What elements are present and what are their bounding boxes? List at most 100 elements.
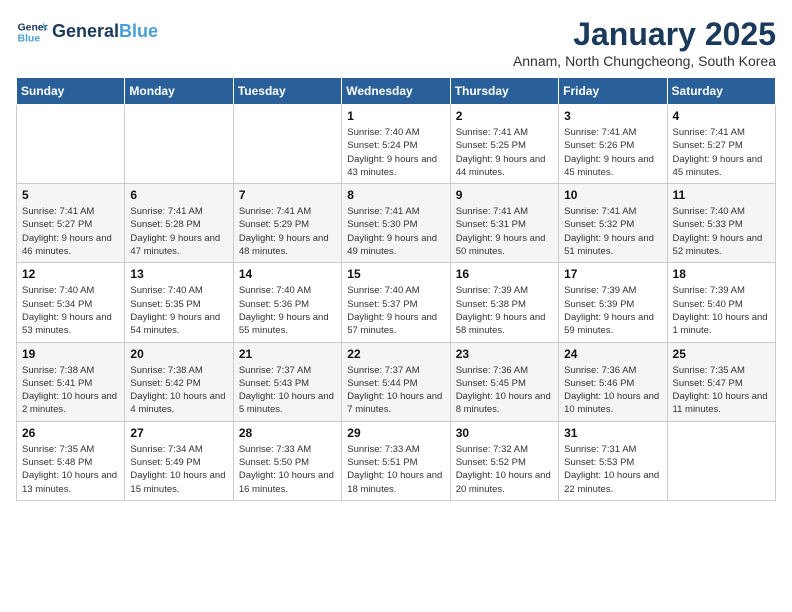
day-info: Sunrise: 7:33 AM Sunset: 5:50 PM Dayligh…	[239, 443, 336, 496]
calendar-day-16: 16Sunrise: 7:39 AM Sunset: 5:38 PM Dayli…	[450, 263, 558, 342]
day-info: Sunrise: 7:35 AM Sunset: 5:47 PM Dayligh…	[673, 364, 770, 417]
day-number: 28	[239, 426, 336, 440]
calendar-day-20: 20Sunrise: 7:38 AM Sunset: 5:42 PM Dayli…	[125, 342, 233, 421]
weekday-header-friday: Friday	[559, 78, 667, 105]
day-info: Sunrise: 7:37 AM Sunset: 5:44 PM Dayligh…	[347, 364, 444, 417]
weekday-header-sunday: Sunday	[17, 78, 125, 105]
day-number: 18	[673, 267, 770, 281]
calendar-day-9: 9Sunrise: 7:41 AM Sunset: 5:31 PM Daylig…	[450, 184, 558, 263]
day-number: 11	[673, 188, 770, 202]
day-info: Sunrise: 7:40 AM Sunset: 5:37 PM Dayligh…	[347, 284, 444, 337]
day-number: 24	[564, 347, 661, 361]
day-info: Sunrise: 7:33 AM Sunset: 5:51 PM Dayligh…	[347, 443, 444, 496]
calendar-day-24: 24 Sunrise: 7:36 AM Sunset: 5:46 PM Dayli…	[559, 342, 667, 421]
day-number: 16	[456, 267, 553, 281]
day-info: Sunrise: 7:38 AM Sunset: 5:41 PM Dayligh…	[22, 364, 119, 417]
day-number: 25	[673, 347, 770, 361]
day-info: Sunrise: 7:40 AM Sunset: 5:35 PM Dayligh…	[130, 284, 227, 337]
logo-icon: General Blue	[16, 16, 48, 48]
calendar-day-7: 7 Sunrise: 7:41 AM Sunset: 5:29 PM Daylig…	[233, 184, 341, 263]
calendar-day-19: 19 Sunrise: 7:38 AM Sunset: 5:41 PM Dayli…	[17, 342, 125, 421]
day-info: Sunrise: 7:38 AM Sunset: 5:42 PM Dayligh…	[130, 364, 227, 417]
page-header: General Blue GeneralBlue January 2025 An…	[16, 16, 776, 69]
calendar-day-6: 6 Sunrise: 7:41 AM Sunset: 5:28 PM Daylig…	[125, 184, 233, 263]
weekday-header-thursday: Thursday	[450, 78, 558, 105]
day-number: 1	[347, 109, 444, 123]
day-info: Sunrise: 7:41 AM Sunset: 5:32 PM Dayligh…	[564, 205, 661, 258]
day-info: Sunrise: 7:36 AM Sunset: 5:46 PM Dayligh…	[564, 364, 661, 417]
day-number: 6	[130, 188, 227, 202]
calendar-empty-cell	[667, 421, 775, 500]
calendar-day-5: 5Sunrise: 7:41 AM Sunset: 5:27 PM Daylig…	[17, 184, 125, 263]
day-number: 10	[564, 188, 661, 202]
day-info: Sunrise: 7:39 AM Sunset: 5:39 PM Dayligh…	[564, 284, 661, 337]
day-info: Sunrise: 7:41 AM Sunset: 5:29 PM Dayligh…	[239, 205, 336, 258]
calendar-week-row: 26 Sunrise: 7:35 AM Sunset: 5:48 PM Dayli…	[17, 421, 776, 500]
calendar-empty-cell	[125, 105, 233, 184]
day-number: 3	[564, 109, 661, 123]
day-number: 4	[673, 109, 770, 123]
day-info: Sunrise: 7:34 AM Sunset: 5:49 PM Dayligh…	[130, 443, 227, 496]
day-info: Sunrise: 7:40 AM Sunset: 5:34 PM Dayligh…	[22, 284, 119, 337]
day-number: 19	[22, 347, 119, 361]
day-info: Sunrise: 7:40 AM Sunset: 5:33 PM Dayligh…	[673, 205, 770, 258]
day-number: 26	[22, 426, 119, 440]
calendar-week-row: 12 Sunrise: 7:40 AM Sunset: 5:34 PM Dayli…	[17, 263, 776, 342]
calendar-day-11: 11 Sunrise: 7:40 AM Sunset: 5:33 PM Dayli…	[667, 184, 775, 263]
calendar-day-30: 30 Sunrise: 7:32 AM Sunset: 5:52 PM Dayli…	[450, 421, 558, 500]
calendar-empty-cell	[17, 105, 125, 184]
day-number: 27	[130, 426, 227, 440]
calendar-day-1: 1 Sunrise: 7:40 AM Sunset: 5:24 PM Daylig…	[342, 105, 450, 184]
day-info: Sunrise: 7:37 AM Sunset: 5:43 PM Dayligh…	[239, 364, 336, 417]
title-block: January 2025 Annam, North Chungcheong, S…	[513, 16, 776, 69]
calendar-day-15: 15 Sunrise: 7:40 AM Sunset: 5:37 PM Dayli…	[342, 263, 450, 342]
calendar-day-25: 25 Sunrise: 7:35 AM Sunset: 5:47 PM Dayli…	[667, 342, 775, 421]
calendar-empty-cell	[233, 105, 341, 184]
calendar-week-row: 1 Sunrise: 7:40 AM Sunset: 5:24 PM Daylig…	[17, 105, 776, 184]
calendar-day-3: 3Sunrise: 7:41 AM Sunset: 5:26 PM Daylig…	[559, 105, 667, 184]
day-number: 17	[564, 267, 661, 281]
day-number: 9	[456, 188, 553, 202]
day-info: Sunrise: 7:41 AM Sunset: 5:28 PM Dayligh…	[130, 205, 227, 258]
day-number: 7	[239, 188, 336, 202]
calendar-day-26: 26 Sunrise: 7:35 AM Sunset: 5:48 PM Dayli…	[17, 421, 125, 500]
day-number: 31	[564, 426, 661, 440]
calendar-day-31: 31 Sunrise: 7:31 AM Sunset: 5:53 PM Dayli…	[559, 421, 667, 500]
day-number: 12	[22, 267, 119, 281]
calendar-day-21: 21 Sunrise: 7:37 AM Sunset: 5:43 PM Dayli…	[233, 342, 341, 421]
calendar-header-row: SundayMondayTuesdayWednesdayThursdayFrid…	[17, 78, 776, 105]
day-info: Sunrise: 7:39 AM Sunset: 5:40 PM Dayligh…	[673, 284, 770, 337]
day-number: 2	[456, 109, 553, 123]
day-info: Sunrise: 7:35 AM Sunset: 5:48 PM Dayligh…	[22, 443, 119, 496]
location-subtitle: Annam, North Chungcheong, South Korea	[513, 53, 776, 69]
calendar-day-18: 18 Sunrise: 7:39 AM Sunset: 5:40 PM Dayli…	[667, 263, 775, 342]
calendar-day-4: 4Sunrise: 7:41 AM Sunset: 5:27 PM Daylig…	[667, 105, 775, 184]
day-info: Sunrise: 7:36 AM Sunset: 5:45 PM Dayligh…	[456, 364, 553, 417]
day-info: Sunrise: 7:40 AM Sunset: 5:24 PM Dayligh…	[347, 126, 444, 179]
calendar-day-29: 29 Sunrise: 7:33 AM Sunset: 5:51 PM Dayli…	[342, 421, 450, 500]
calendar-day-8: 8 Sunrise: 7:41 AM Sunset: 5:30 PM Daylig…	[342, 184, 450, 263]
day-number: 23	[456, 347, 553, 361]
day-number: 29	[347, 426, 444, 440]
day-number: 22	[347, 347, 444, 361]
calendar-day-23: 23 Sunrise: 7:36 AM Sunset: 5:45 PM Dayli…	[450, 342, 558, 421]
calendar-day-22: 22 Sunrise: 7:37 AM Sunset: 5:44 PM Dayli…	[342, 342, 450, 421]
day-info: Sunrise: 7:41 AM Sunset: 5:30 PM Dayligh…	[347, 205, 444, 258]
logo: General Blue GeneralBlue	[16, 16, 158, 48]
day-info: Sunrise: 7:31 AM Sunset: 5:53 PM Dayligh…	[564, 443, 661, 496]
weekday-header-monday: Monday	[125, 78, 233, 105]
calendar-day-10: 10 Sunrise: 7:41 AM Sunset: 5:32 PM Dayli…	[559, 184, 667, 263]
weekday-header-tuesday: Tuesday	[233, 78, 341, 105]
day-number: 15	[347, 267, 444, 281]
day-number: 8	[347, 188, 444, 202]
calendar-day-13: 13 Sunrise: 7:40 AM Sunset: 5:35 PM Dayli…	[125, 263, 233, 342]
day-number: 21	[239, 347, 336, 361]
day-info: Sunrise: 7:41 AM Sunset: 5:25 PM Dayligh…	[456, 126, 553, 179]
svg-text:Blue: Blue	[18, 34, 41, 45]
day-info: Sunrise: 7:40 AM Sunset: 5:36 PM Dayligh…	[239, 284, 336, 337]
day-number: 14	[239, 267, 336, 281]
day-info: Sunrise: 7:32 AM Sunset: 5:52 PM Dayligh…	[456, 443, 553, 496]
day-number: 30	[456, 426, 553, 440]
calendar-day-2: 2 Sunrise: 7:41 AM Sunset: 5:25 PM Daylig…	[450, 105, 558, 184]
day-number: 13	[130, 267, 227, 281]
